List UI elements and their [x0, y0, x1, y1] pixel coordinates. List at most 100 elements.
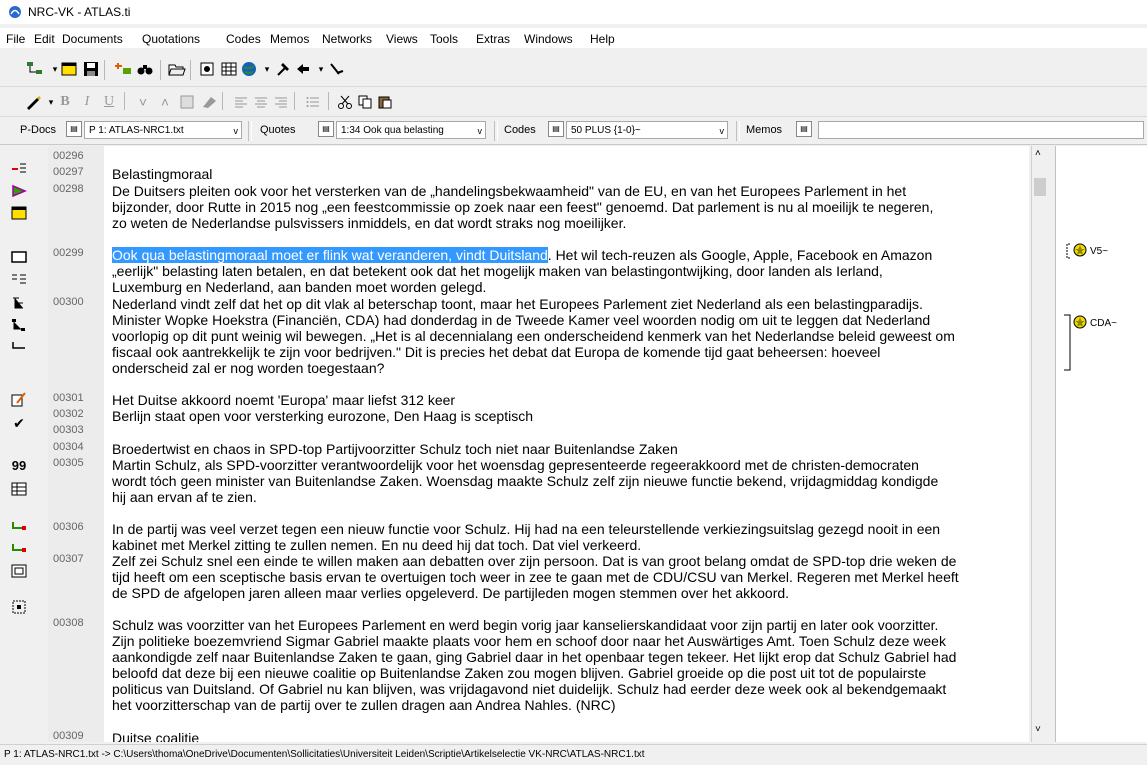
line-number: 00307 [53, 553, 84, 565]
eraser-icon[interactable] [198, 91, 220, 113]
code-star-icon[interactable] [1072, 314, 1088, 330]
paste-icon[interactable] [374, 91, 396, 113]
code-list-icon[interactable]: ▤ [548, 121, 564, 137]
line-number: 00308 [53, 617, 84, 629]
network-view-icon[interactable] [10, 316, 28, 334]
text-line: Luxemburg en Nederland, aan banden moet … [112, 279, 487, 295]
window-icon[interactable] [10, 248, 28, 266]
code-label-v5[interactable]: V5~ [1090, 246, 1108, 257]
underline-icon[interactable]: U [98, 91, 120, 113]
menu-edit[interactable]: Edit [34, 32, 55, 46]
pdoc-select[interactable]: P 1: ATLAS-NRC1.txt v [84, 121, 242, 139]
highlight-icon[interactable] [176, 91, 198, 113]
menu-codes[interactable]: Codes [226, 32, 261, 46]
list-view-icon[interactable] [10, 270, 28, 288]
menu-memos[interactable]: Memos [270, 32, 309, 46]
text-line: Ook qua belastingmoraal moet er flink wa… [112, 247, 933, 263]
menu-extras[interactable]: Extras [476, 32, 510, 46]
text-line: het voorzitterschap van de partij over t… [112, 697, 616, 713]
line-number: 00305 [53, 457, 84, 469]
link-icon[interactable] [10, 338, 28, 356]
align-right-icon[interactable] [270, 91, 292, 113]
edit-memo-icon[interactable] [10, 390, 28, 408]
memo-list-icon[interactable]: ▤ [796, 121, 812, 137]
line-number: 00296 [53, 150, 84, 162]
hammer-icon[interactable] [272, 58, 294, 80]
pdocs-label: P-Docs [20, 124, 57, 136]
cut-icon[interactable] [334, 91, 356, 113]
line-number-gutter: 00296 00297 00298 00299 00300 00301 0030… [48, 146, 105, 742]
menu-tools[interactable]: Tools [430, 32, 458, 46]
document-text-pane[interactable]: Belastingmoraal De Duitsers pleiten ook … [104, 146, 1029, 742]
menu-documents[interactable]: Documents [62, 32, 123, 46]
align-left-icon[interactable] [230, 91, 252, 113]
checkmark-icon[interactable]: ✔ [10, 414, 28, 432]
tree-view-icon[interactable] [10, 294, 28, 312]
text-line: Belastingmoraal [112, 166, 213, 182]
code-icon[interactable] [112, 58, 134, 80]
chevron-down-icon[interactable]: ˅ [132, 91, 154, 113]
vertical-scrollbar[interactable]: ˄ ˅ [1031, 146, 1049, 742]
text-line: fiscaal ook aantrekkelijk te zijn voor b… [112, 344, 881, 360]
save-icon[interactable] [80, 58, 102, 80]
quote-count-badge[interactable]: 99 [10, 456, 28, 474]
grid-icon[interactable] [10, 480, 28, 498]
separator [328, 92, 329, 110]
format-toolbar: ▾ B I U ˅ ˄ [0, 88, 1147, 117]
code-unlink-icon[interactable] [10, 540, 28, 558]
hierarchy-icon[interactable] [24, 58, 46, 80]
left-toolbar: ✔ 99 [0, 146, 49, 742]
align-center-icon[interactable] [250, 91, 272, 113]
document-icon[interactable] [10, 204, 28, 222]
text-line: politicus van Duitsland. Of Gabriel nu k… [112, 681, 947, 697]
search-icon[interactable] [134, 58, 156, 80]
bold-icon[interactable]: B [54, 91, 76, 113]
select-area-icon[interactable] [10, 598, 28, 616]
memo-select[interactable] [818, 121, 1144, 139]
list-icon[interactable] [302, 91, 324, 113]
scroll-up-icon[interactable]: ˄ [1035, 148, 1041, 159]
title-bar: NRC-VK - ATLAS.ti [0, 0, 1147, 24]
main-toolbar: ▾ ▾ ▾ [0, 52, 1147, 87]
settings-icon[interactable] [196, 58, 218, 80]
quote-list-icon[interactable]: ▤ [318, 121, 334, 137]
quote-select[interactable]: 1:34 Ook qua belasting v [336, 121, 486, 139]
text-line: De Duitsers pleiten ook voor het verster… [112, 183, 907, 199]
menu-networks[interactable]: Networks [322, 32, 372, 46]
play-code-icon[interactable] [10, 182, 28, 200]
frame-icon[interactable] [10, 562, 28, 580]
document-list-icon[interactable]: ▤ [66, 121, 82, 137]
open-folder-icon[interactable] [166, 58, 188, 80]
code-star-icon[interactable] [1072, 242, 1088, 258]
pickaxe-icon[interactable] [326, 58, 348, 80]
separator [736, 121, 740, 141]
combo-arrow-icon: v [233, 126, 239, 136]
text-line: Nederland vindt zelf dat het op dit vlak… [112, 296, 923, 312]
combo-arrow-icon: v [719, 126, 725, 136]
separator [248, 121, 252, 141]
menu-file[interactable]: File [6, 32, 25, 46]
line-number: 00298 [53, 183, 84, 195]
chevron-up-icon[interactable]: ˄ [154, 91, 176, 113]
line-number: 00301 [53, 392, 84, 404]
text-line: hij aan ervan af te zien. [112, 489, 257, 505]
menu-views[interactable]: Views [386, 32, 418, 46]
selected-quotation[interactable]: Ook qua belastingmoraal moet er flink wa… [112, 247, 548, 263]
code-link-icon[interactable] [10, 518, 28, 536]
menu-windows[interactable]: Windows [524, 32, 573, 46]
menu-help[interactable]: Help [590, 32, 615, 46]
quotation-bracket[interactable] [1062, 314, 1072, 372]
text-line: de SPD de afgelopen jaren alleen maar ve… [112, 585, 790, 601]
code-label-cda[interactable]: CDA~ [1090, 318, 1117, 329]
copy-icon[interactable] [354, 91, 376, 113]
line-number: 00303 [53, 424, 84, 436]
italic-icon[interactable]: I [76, 91, 98, 113]
scroll-down-icon[interactable]: ˅ [1035, 724, 1041, 735]
code-selection-icon[interactable] [10, 160, 28, 178]
menu-quotations[interactable]: Quotations [142, 32, 200, 46]
code-select[interactable]: 50 PLUS {1-0}~ v [566, 121, 728, 139]
separator [190, 60, 191, 80]
new-document-icon[interactable] [58, 58, 80, 80]
scroll-thumb[interactable] [1034, 178, 1046, 196]
table-icon[interactable] [218, 58, 240, 80]
